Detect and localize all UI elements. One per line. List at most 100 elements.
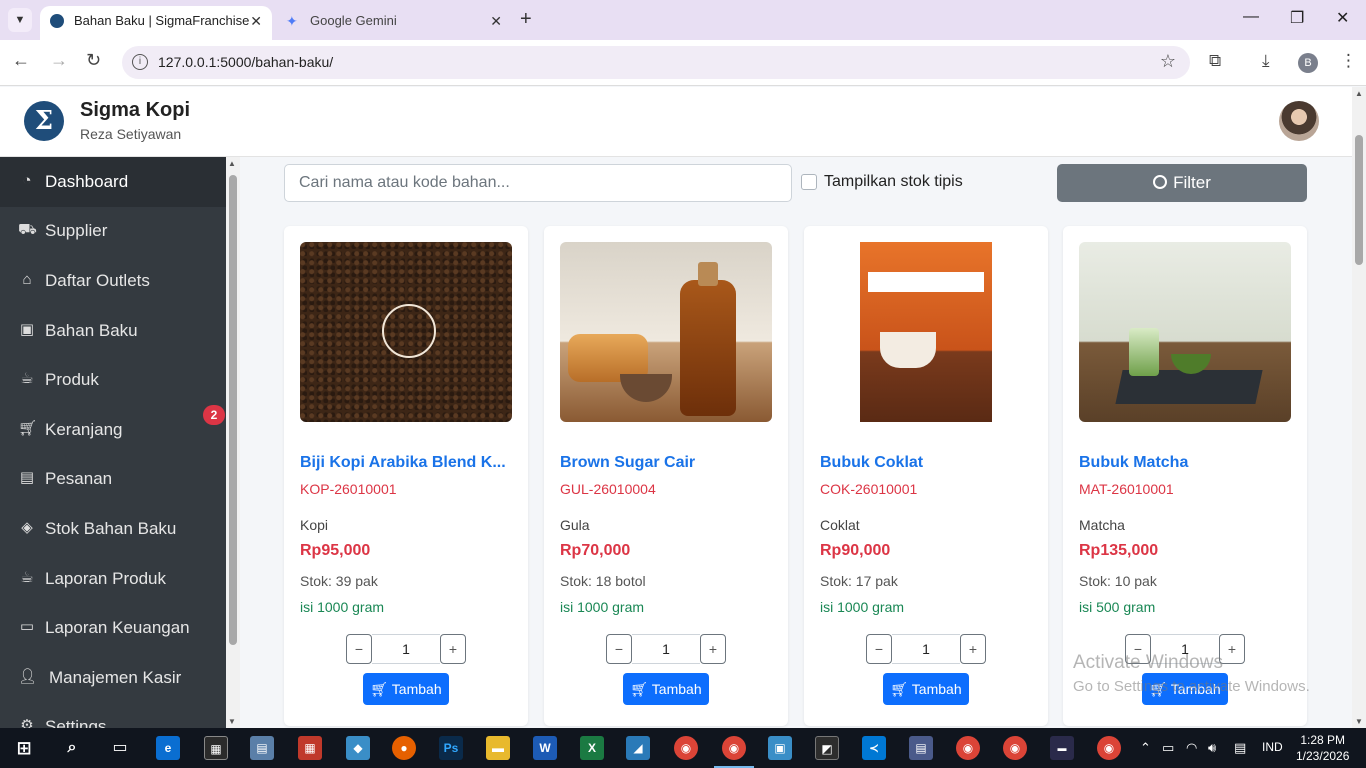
excel-icon[interactable]: X: [580, 736, 604, 760]
scroll-down-icon[interactable]: ▼: [228, 717, 236, 726]
app-icon[interactable]: ◢: [626, 736, 650, 760]
app-icon[interactable]: ▣: [768, 736, 792, 760]
scroll-up-icon[interactable]: ▲: [1355, 89, 1363, 98]
bookmark-star-icon[interactable]: ☆: [1160, 51, 1176, 72]
app-icon[interactable]: ▤: [250, 736, 274, 760]
chrome-icon[interactable]: ◉: [1003, 736, 1027, 760]
scrollbar-thumb[interactable]: [1355, 135, 1363, 265]
tab-google-gemini[interactable]: ✦ Google Gemini ✕: [276, 6, 512, 40]
restore-icon[interactable]: ❐: [1290, 8, 1304, 28]
address-bar[interactable]: i 127.0.0.1:5000/bahan-baku/ ☆: [122, 46, 1190, 79]
quantity-input[interactable]: 1: [372, 634, 440, 664]
edge-icon[interactable]: e: [156, 736, 180, 760]
page-scrollbar[interactable]: ▲ ▼: [1352, 87, 1366, 728]
word-icon[interactable]: W: [533, 736, 557, 760]
add-to-cart-button[interactable]: 🛒︎ Tambah: [623, 673, 709, 705]
forward-icon[interactable]: →: [50, 50, 68, 71]
download-icon[interactable]: ⤓: [1262, 51, 1270, 71]
vscode-icon[interactable]: ≺: [862, 736, 886, 760]
product-name[interactable]: Brown Sugar Cair: [560, 454, 776, 472]
add-to-cart-button[interactable]: 🛒︎ Tambah: [363, 673, 449, 705]
wifi-icon[interactable]: ◠: [1186, 740, 1197, 756]
task-view-icon[interactable]: ▭: [108, 736, 132, 760]
filter-button[interactable]: Filter: [1057, 164, 1307, 202]
site-info-icon[interactable]: i: [132, 54, 148, 70]
chrome-icon[interactable]: ◉: [674, 736, 698, 760]
tray-chevron-icon[interactable]: ⌃: [1140, 740, 1151, 756]
sidebar-item-stok-bahan-baku[interactable]: ◈ Stok Bahan Baku: [0, 504, 226, 554]
sidebar-item-settings[interactable]: ⚙ Settings: [0, 702, 226, 728]
app-icon[interactable]: ◆: [346, 736, 370, 760]
product-name[interactable]: Bubuk Coklat: [820, 454, 1036, 472]
browser-menu-icon[interactable]: ⋮: [1340, 51, 1357, 71]
profile-avatar-icon[interactable]: B: [1298, 53, 1318, 73]
sidebar-item-manajemen-kasir[interactable]: 👤︎ Manajemen Kasir: [0, 653, 226, 703]
chrome-icon[interactable]: ◉: [722, 736, 746, 760]
sidebar-scrollbar[interactable]: ▲ ▼: [226, 157, 240, 728]
product-image-brown-sugar: [560, 242, 772, 422]
app-icon[interactable]: ◩: [815, 736, 839, 760]
sidebar-item-laporan-produk[interactable]: ☕ Laporan Produk: [0, 554, 226, 604]
scrollbar-thumb[interactable]: [229, 175, 237, 645]
firefox-icon[interactable]: ●: [392, 736, 416, 760]
windows-start-icon[interactable]: ⊞: [12, 736, 36, 760]
tab-search-button[interactable]: ▼: [8, 8, 32, 32]
minimize-icon[interactable]: —: [1243, 8, 1259, 26]
clock[interactable]: 1:28 PM 1/23/2026: [1296, 732, 1349, 764]
store-icon[interactable]: ▦: [204, 736, 228, 760]
scroll-down-icon[interactable]: ▼: [1355, 717, 1363, 726]
quantity-input[interactable]: 1: [632, 634, 700, 664]
sidebar-item-label: Laporan Keuangan: [45, 618, 190, 637]
decrease-button[interactable]: −: [346, 634, 372, 664]
low-stock-checkbox[interactable]: [801, 174, 817, 190]
scroll-up-icon[interactable]: ▲: [228, 159, 236, 168]
increase-button[interactable]: +: [440, 634, 466, 664]
app-icon[interactable]: ▤: [909, 736, 933, 760]
battery-icon[interactable]: ▭: [1162, 740, 1174, 756]
product-price: Rp95,000: [300, 542, 371, 559]
back-icon[interactable]: ←: [12, 50, 30, 71]
main-content: Tampilkan stok tipis Filter Biji Kopi Ar…: [240, 157, 1352, 728]
search-icon[interactable]: ⌕: [60, 736, 84, 760]
sidebar-item-pesanan[interactable]: ▤ Pesanan: [0, 454, 226, 504]
decrease-button[interactable]: −: [866, 634, 892, 664]
sidebar-item-keranjang[interactable]: 🛒︎ Keranjang: [0, 405, 226, 455]
decrease-button[interactable]: −: [606, 634, 632, 664]
sidebar-item-label: Dashboard: [45, 172, 129, 191]
sidebar-item-outlets[interactable]: ⌂ Daftar Outlets: [0, 256, 226, 306]
sigma-logo-icon[interactable]: Σ: [24, 101, 64, 141]
new-tab-icon[interactable]: +: [520, 8, 532, 31]
sidebar-item-produk[interactable]: ☕ Produk: [0, 355, 226, 405]
tab-bahan-baku[interactable]: Bahan Baku | SigmaFranchise ✕: [40, 6, 272, 40]
close-tab-icon[interactable]: ✕: [250, 6, 262, 36]
photoshop-icon[interactable]: Ps: [439, 736, 463, 760]
chrome-icon[interactable]: ◉: [1097, 736, 1121, 760]
search-icon: [1153, 175, 1168, 189]
product-image-cocoa-powder: [820, 242, 1032, 422]
product-name[interactable]: Biji Kopi Arabika Blend K...: [300, 454, 516, 472]
url-text[interactable]: 127.0.0.1:5000/bahan-baku/: [158, 54, 333, 70]
add-to-cart-button[interactable]: 🛒︎ Tambah: [883, 673, 969, 705]
user-avatar[interactable]: [1279, 101, 1319, 141]
increase-button[interactable]: +: [700, 634, 726, 664]
sidebar-item-laporan-keuangan[interactable]: ▭ Laporan Keuangan: [0, 603, 226, 653]
app-icon[interactable]: ▬: [1050, 736, 1074, 760]
sidebar-item-dashboard[interactable]: ◔ Dashboard: [0, 157, 226, 207]
reload-icon[interactable]: ↻: [86, 50, 101, 71]
user-icon: 👤︎: [18, 668, 38, 685]
app-icon[interactable]: ▦: [298, 736, 322, 760]
sidebar-item-bahan-baku[interactable]: ▣ Bahan Baku: [0, 306, 226, 356]
product-name[interactable]: Bubuk Matcha: [1079, 454, 1295, 472]
search-input[interactable]: [284, 164, 792, 202]
file-explorer-icon[interactable]: ▬: [486, 736, 510, 760]
sidebar-item-supplier[interactable]: ⛟ Supplier: [0, 206, 226, 256]
close-tab-icon[interactable]: ✕: [490, 6, 502, 36]
notifications-icon[interactable]: ▤: [1234, 740, 1246, 756]
quantity-input[interactable]: 1: [892, 634, 960, 664]
chrome-icon[interactable]: ◉: [956, 736, 980, 760]
extensions-icon[interactable]: ⧉: [1209, 51, 1221, 71]
volume-icon[interactable]: 🔊︎: [1208, 740, 1216, 756]
language-indicator[interactable]: IND: [1262, 740, 1283, 754]
increase-button[interactable]: +: [960, 634, 986, 664]
close-window-icon[interactable]: ✕: [1336, 8, 1349, 28]
